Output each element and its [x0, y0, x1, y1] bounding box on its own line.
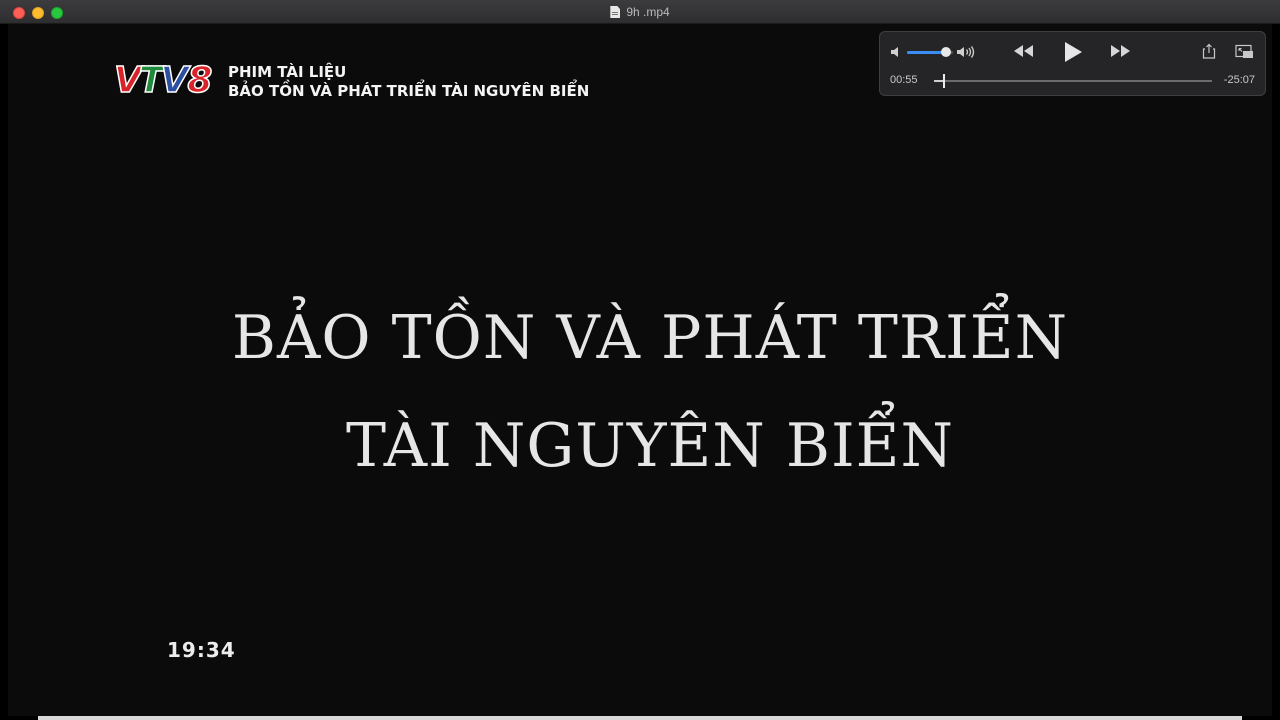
- volume-slider-knob[interactable]: [941, 47, 952, 57]
- play-icon[interactable]: [1062, 40, 1084, 64]
- fast-forward-icon[interactable]: [1108, 43, 1132, 59]
- playback-controls: 00:55 -25:07: [879, 31, 1266, 96]
- film-title-line: TÀI NGUYÊN BIỂN: [346, 411, 954, 481]
- document-icon: [610, 6, 621, 18]
- video-border-left: [0, 24, 8, 720]
- window-title-text: 9h .mp4: [626, 5, 670, 19]
- program-category: PHIM TÀI LIỆU: [228, 63, 347, 81]
- close-window-button[interactable]: [13, 7, 25, 19]
- channel-logo-number: 8: [187, 60, 214, 101]
- broadcast-clock: 19:34: [167, 638, 236, 662]
- film-title-line: BẢO TỒN VÀ PHÁT TRIỂN: [231, 303, 1069, 373]
- bottom-edge-strip: [38, 716, 1242, 720]
- volume-slider[interactable]: [907, 47, 953, 57]
- minimize-window-button[interactable]: [32, 7, 44, 19]
- window-title: 9h .mp4: [0, 0, 1280, 24]
- program-caption: PHIM TÀI LIỆU BẢO TỒN VÀ PHÁT TRIỂN TÀI …: [228, 63, 589, 101]
- fullscreen-window-button[interactable]: [51, 7, 63, 19]
- picture-in-picture-icon[interactable]: [1235, 44, 1255, 60]
- title-bar[interactable]: 9h .mp4: [0, 0, 1280, 24]
- channel-logo-letter: T: [138, 60, 164, 101]
- speaker-high-icon[interactable]: [956, 45, 976, 59]
- video-border-right: [1272, 24, 1280, 720]
- share-icon[interactable]: [1202, 43, 1216, 59]
- film-title: BẢO TỒN VÀ PHÁT TRIỂN TÀI NGUYÊN BIỂN: [200, 284, 1100, 500]
- channel-logo-letter: V: [160, 60, 189, 101]
- program-name: BẢO TỒN VÀ PHÁT TRIỂN TÀI NGUYÊN BIỂN: [228, 82, 590, 100]
- playback-scrubber[interactable]: [934, 74, 1212, 88]
- channel-logo-letter: V: [113, 60, 142, 101]
- remaining-time: -25:07: [1223, 74, 1255, 86]
- channel-logo: V T V 8: [113, 60, 214, 101]
- playhead[interactable]: [942, 74, 945, 88]
- player-window: 9h .mp4 V T V 8 PHIM TÀI LIỆU BẢO TỒN VÀ…: [0, 0, 1280, 720]
- elapsed-time: 00:55: [890, 74, 918, 86]
- rewind-icon[interactable]: [1012, 43, 1036, 59]
- speaker-low-icon[interactable]: [890, 45, 902, 59]
